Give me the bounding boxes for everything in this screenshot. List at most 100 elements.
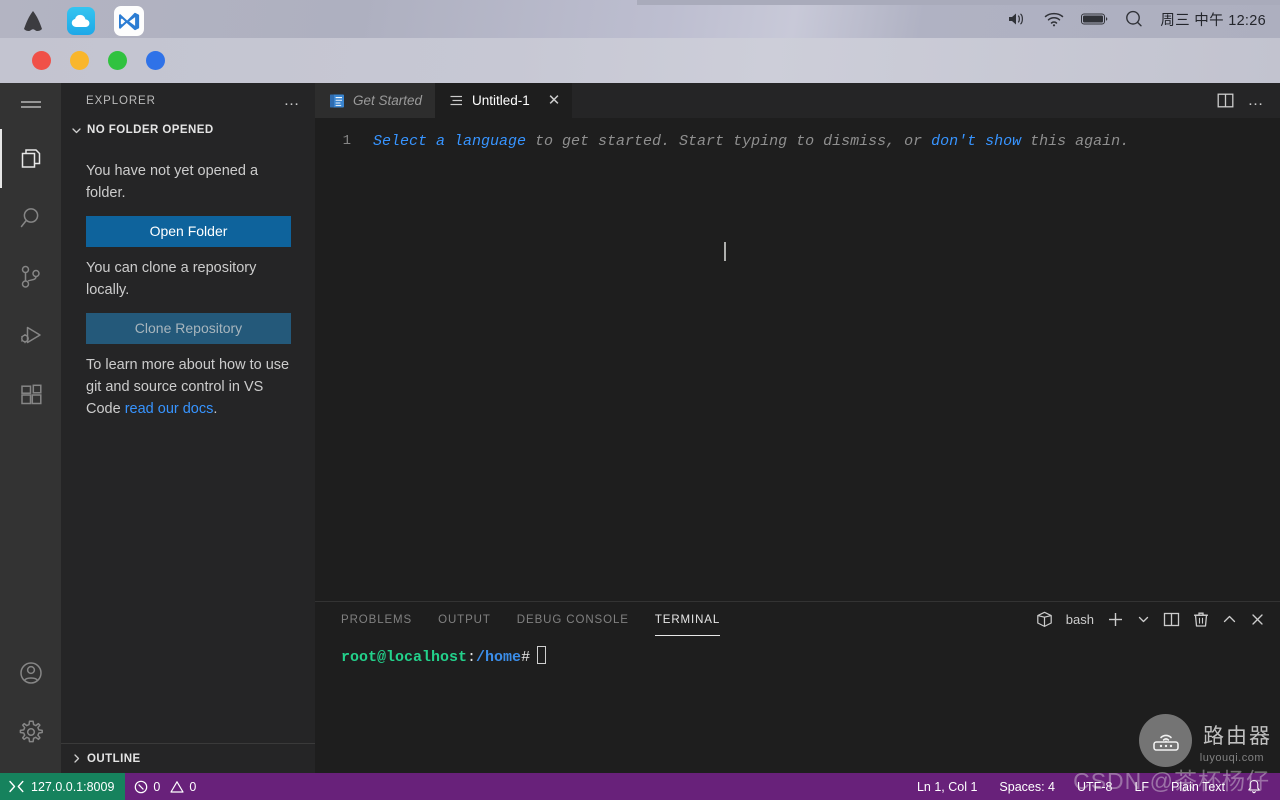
- battery-icon[interactable]: [1081, 12, 1108, 26]
- chevron-down-icon: [69, 123, 83, 137]
- editor-line-1: 1 Select a language to get started. Star…: [315, 118, 1280, 153]
- tab-get-started[interactable]: Get Started: [315, 83, 435, 118]
- arch-logo-icon: [24, 11, 42, 31]
- sidebar-section-outline[interactable]: OUTLINE: [61, 743, 315, 773]
- activity-bar-item-accounts[interactable]: [0, 643, 61, 702]
- dock-item-arch-logo[interactable]: [16, 4, 50, 38]
- activity-bar-item-settings[interactable]: [0, 702, 61, 761]
- open-folder-button[interactable]: Open Folder: [86, 216, 291, 247]
- status-cursor-position[interactable]: Ln 1, Col 1: [906, 773, 988, 800]
- remote-address: 127.0.0.1:8009: [31, 779, 115, 794]
- panel-actions: bash: [1036, 611, 1280, 628]
- activity-bar-item-extensions[interactable]: [0, 365, 61, 424]
- sidebar-more-actions-icon[interactable]: …: [284, 92, 302, 108]
- placeholder-mid: to get started. Start typing to dismiss,…: [526, 133, 932, 150]
- panel: PROBLEMS OUTPUT DEBUG CONSOLE TERMINAL b…: [315, 601, 1280, 773]
- terminal-prompt-char: #: [521, 649, 531, 666]
- terminal-dropdown-icon[interactable]: [1137, 613, 1150, 626]
- status-language-mode[interactable]: Plain Text: [1160, 773, 1236, 800]
- sidebar-title: EXPLORER: [86, 94, 156, 107]
- new-terminal-icon[interactable]: [1107, 611, 1124, 628]
- activity-bar-item-search[interactable]: [0, 188, 61, 247]
- kill-terminal-icon[interactable]: [1193, 611, 1209, 628]
- vscode-window: EXPLORER … NO FOLDER OPENED You have not…: [0, 38, 1280, 800]
- file-text-icon: [449, 93, 464, 108]
- select-language-link[interactable]: Select a language: [373, 133, 526, 150]
- workbench-body: EXPLORER … NO FOLDER OPENED You have not…: [0, 83, 1280, 773]
- window-zoom-button[interactable]: [108, 51, 127, 70]
- tab-label: Untitled-1: [472, 93, 530, 108]
- outline-label: OUTLINE: [87, 752, 141, 765]
- maximize-panel-icon[interactable]: [1222, 612, 1237, 627]
- editor-cursor: [724, 242, 726, 261]
- window-close-button[interactable]: [32, 51, 51, 70]
- error-icon: [134, 780, 148, 794]
- sidebar: EXPLORER … NO FOLDER OPENED You have not…: [61, 83, 315, 773]
- activity-bar-item-explorer[interactable]: [0, 129, 61, 188]
- sidebar-content: You have not yet opened a folder. Open F…: [61, 142, 315, 432]
- no-folder-message: You have not yet opened a folder.: [86, 163, 259, 201]
- split-terminal-icon[interactable]: [1163, 611, 1180, 628]
- status-remote-indicator[interactable]: 127.0.0.1:8009: [0, 773, 126, 800]
- status-bar: 127.0.0.1:8009 0 0 Ln 1, Col 1 Spaces: 4…: [0, 773, 1280, 800]
- vscode-icon: [114, 6, 144, 36]
- tab-close-icon[interactable]: ✕: [548, 93, 561, 108]
- warning-count: 0: [189, 779, 197, 794]
- run-debug-icon: [18, 323, 44, 349]
- editor-actions: …: [1217, 83, 1280, 118]
- os-clock[interactable]: 周三 中午 12:26: [1160, 9, 1266, 30]
- tab-debug-console[interactable]: DEBUG CONSOLE: [517, 602, 629, 637]
- account-icon: [18, 660, 44, 686]
- activity-bar: [0, 83, 61, 773]
- volume-icon[interactable]: [1007, 11, 1027, 27]
- terminal-colon: :: [467, 649, 477, 666]
- source-control-icon: [18, 264, 44, 290]
- tab-output[interactable]: OUTPUT: [438, 602, 491, 637]
- menu-icon: [20, 99, 42, 113]
- activity-bar-item-run-debug[interactable]: [0, 306, 61, 365]
- status-notifications[interactable]: [1236, 773, 1272, 800]
- sidebar-section-no-folder[interactable]: NO FOLDER OPENED: [61, 118, 315, 142]
- activity-bar-item-source-control[interactable]: [0, 247, 61, 306]
- split-editor-icon[interactable]: [1217, 92, 1234, 109]
- editor-tabs: Get Started Untitled-1 ✕ …: [315, 83, 1280, 118]
- dock-item-cloud-app[interactable]: [64, 4, 98, 38]
- warning-icon: [170, 780, 184, 794]
- extensions-icon: [18, 382, 44, 408]
- terminal-output[interactable]: root@localhost:/home#: [315, 637, 1280, 773]
- spotlight-search-icon[interactable]: [1125, 10, 1143, 28]
- more-actions-icon[interactable]: …: [1248, 92, 1266, 108]
- screen-root: 周三 中午 12:26 EXPLORER … NO FOLDER OPENED …: [0, 0, 1280, 800]
- status-indentation[interactable]: Spaces: 4: [988, 773, 1066, 800]
- notifications-bell-icon: [1247, 779, 1261, 794]
- clone-repository-button[interactable]: Clone Repository: [86, 313, 291, 344]
- wifi-icon[interactable]: [1044, 12, 1064, 27]
- close-panel-icon[interactable]: [1250, 612, 1265, 627]
- dont-show-link[interactable]: don't show: [931, 133, 1021, 150]
- activity-bar-item-menu[interactable]: [0, 83, 61, 129]
- terminal-shell-name[interactable]: bash: [1066, 612, 1094, 627]
- window-extra-button[interactable]: [146, 51, 165, 70]
- placeholder-tail: this again.: [1021, 133, 1130, 150]
- dock-item-vscode-app[interactable]: [103, 4, 155, 42]
- status-problems[interactable]: 0 0: [125, 773, 205, 800]
- terminal-cursor: [537, 646, 547, 664]
- tab-untitled-1[interactable]: Untitled-1 ✕: [435, 83, 573, 118]
- window-minimize-button[interactable]: [70, 51, 89, 70]
- panel-tabs: PROBLEMS OUTPUT DEBUG CONSOLE TERMINAL b…: [315, 602, 1280, 637]
- tab-terminal[interactable]: TERMINAL: [654, 602, 721, 637]
- clone-message: You can clone a repository locally.: [86, 260, 257, 298]
- editor-content[interactable]: 1 Select a language to get started. Star…: [315, 118, 1280, 601]
- tab-problems[interactable]: PROBLEMS: [341, 602, 412, 637]
- read-our-docs-link[interactable]: read our docs: [125, 401, 214, 417]
- tab-label: Get Started: [353, 93, 423, 108]
- status-eol[interactable]: LF: [1123, 773, 1160, 800]
- os-dock: [0, 0, 155, 42]
- get-started-icon: [329, 93, 345, 109]
- docs-message: To learn more about how to use git and s…: [86, 354, 293, 420]
- line-number: 1: [342, 133, 351, 149]
- os-menu-bar: 周三 中午 12:26: [0, 0, 1280, 42]
- status-encoding[interactable]: UTF-8: [1066, 773, 1123, 800]
- search-icon: [18, 205, 44, 231]
- cloud-icon: [67, 7, 95, 35]
